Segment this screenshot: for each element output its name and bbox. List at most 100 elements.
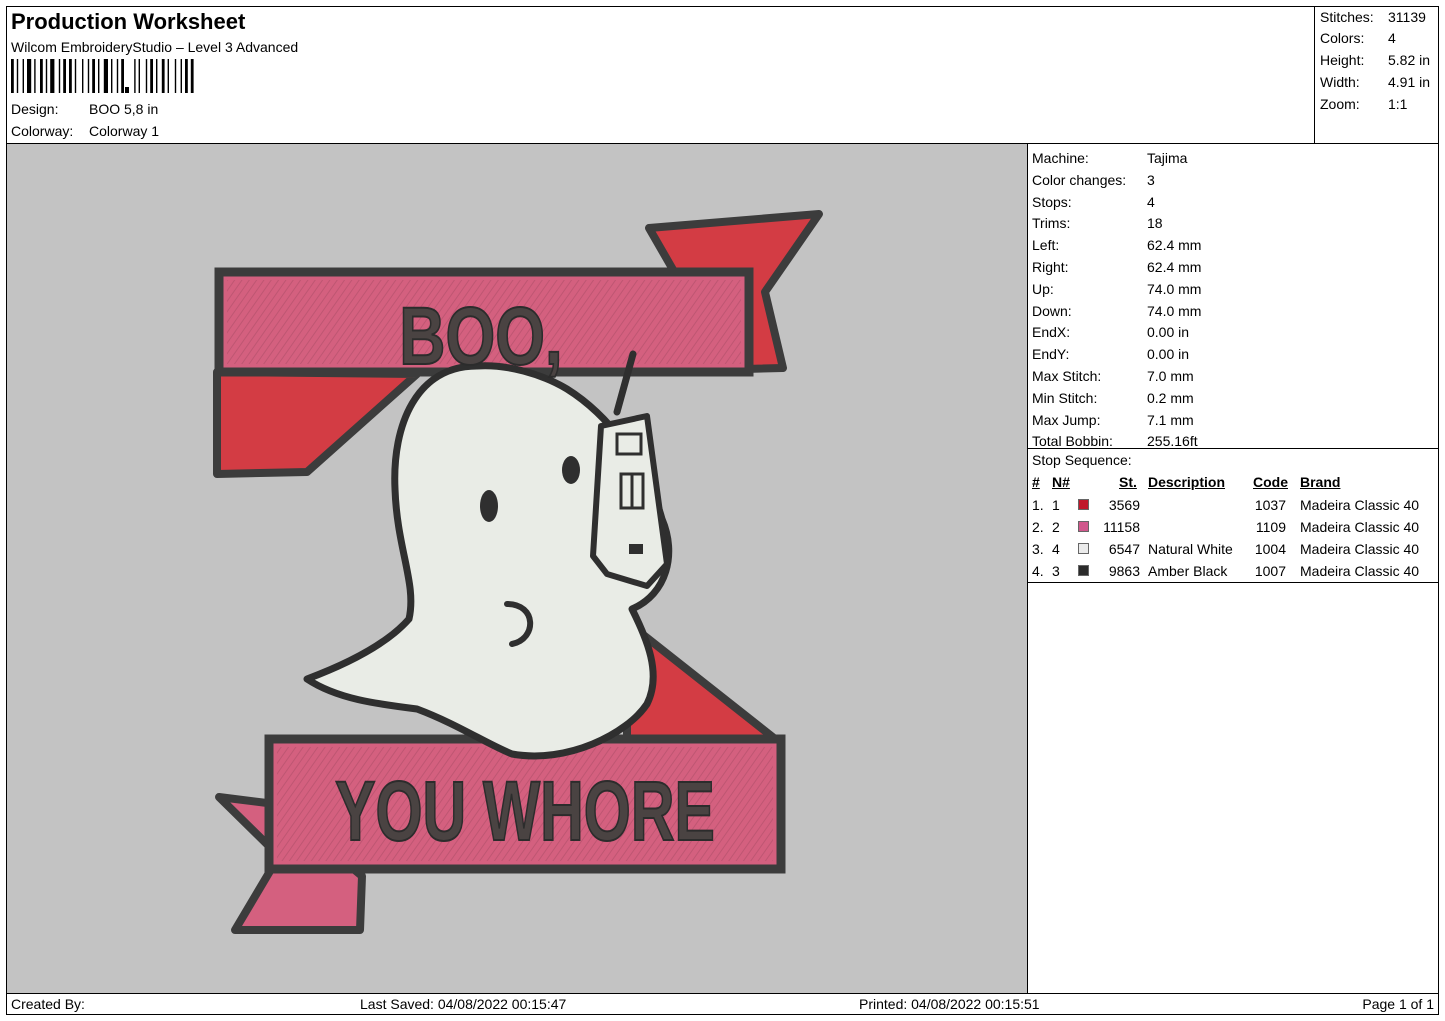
info-row: Trims: 18 bbox=[1032, 213, 1163, 233]
barcode-icon bbox=[11, 59, 194, 93]
design-label: Design: bbox=[11, 101, 59, 117]
info-row: Stops: 4 bbox=[1032, 192, 1155, 212]
header-code: Code bbox=[1253, 474, 1288, 490]
info-label: Down: bbox=[1032, 302, 1072, 319]
row-brand: Madeira Classic 40 bbox=[1300, 541, 1420, 557]
row-needle: 3 bbox=[1052, 563, 1060, 579]
info-value: 62.4 mm bbox=[1147, 237, 1202, 254]
header-description: Description bbox=[1148, 474, 1226, 490]
row-needle: 2 bbox=[1052, 519, 1060, 535]
info-row: Down: 74.0 mm bbox=[1032, 301, 1201, 321]
info-value: 62.4 mm bbox=[1147, 259, 1202, 275]
banner-text-boo: BOO, bbox=[399, 289, 562, 382]
stat-colors: Colors: 4 bbox=[1320, 30, 1396, 46]
colorway-row: Colorway: Colorway 1 bbox=[11, 123, 159, 139]
row-stitches: 11158 bbox=[1103, 519, 1140, 535]
upper-left-fold bbox=[213, 368, 421, 478]
info-label: Max Stitch: bbox=[1032, 368, 1102, 384]
colorway-label: Colorway: bbox=[11, 123, 74, 139]
design-row: Design: BOO 5,8 in bbox=[11, 101, 158, 117]
printed-date: Printed: 04/08/2022 00:15:51 bbox=[859, 996, 1040, 1012]
info-row: Max Stitch: 7.0 mm bbox=[1032, 366, 1194, 386]
banner-text-you-whore: YOU WHORE bbox=[335, 764, 715, 858]
application-name: Wilcom EmbroideryStudio – Level 3 Advanc… bbox=[11, 39, 299, 55]
info-value: 0.00 in bbox=[1147, 324, 1190, 341]
info-value: 74.0 mm bbox=[1147, 280, 1202, 297]
info-value: 255.16ft bbox=[1147, 433, 1198, 450]
row-seq: 4. bbox=[1032, 563, 1044, 579]
stat-height: Height: 5.82 in bbox=[1320, 52, 1431, 68]
table-row: 1. 1 3569 1037 Madeira Classic 40 bbox=[1028, 495, 1438, 517]
row-seq: 2. bbox=[1032, 519, 1044, 535]
production-worksheet: Production Worksheet Wilcom EmbroiderySt… bbox=[6, 6, 1439, 1015]
row-description: Natural White bbox=[1148, 541, 1233, 557]
stop-table-end bbox=[1028, 582, 1438, 583]
row-seq: 1. bbox=[1032, 497, 1044, 513]
info-row: Machine: Tajima bbox=[1032, 148, 1187, 168]
stop-sequence-divider bbox=[1028, 448, 1438, 449]
info-row: Up: 74.0 mm bbox=[1032, 279, 1201, 299]
row-brand: Madeira Classic 40 bbox=[1300, 563, 1420, 579]
table-row: 2. 2 11158 1109 Madeira Classic 40 bbox=[1028, 517, 1438, 539]
info-row: Right: 62.4 mm bbox=[1032, 257, 1201, 277]
table-row: 3. 4 6547 Natural White 1004 Madeira Classic … bbox=[1028, 539, 1438, 561]
info-row: EndY: 0.00 in bbox=[1032, 344, 1189, 364]
row-seq: 3. bbox=[1032, 541, 1044, 557]
row-needle: 4 bbox=[1052, 541, 1060, 557]
info-value: 0.00 in bbox=[1147, 346, 1190, 363]
info-label: Stops: bbox=[1032, 193, 1072, 210]
info-label: Machine: bbox=[1032, 150, 1089, 166]
worksheet-header: Production Worksheet Wilcom EmbroiderySt… bbox=[7, 7, 1314, 143]
design-stats: Stitches: 31139 Colors: 4 Height: 5.82 in W… bbox=[1314, 7, 1438, 143]
thread-color-swatch bbox=[1078, 543, 1089, 554]
info-label: EndY: bbox=[1032, 346, 1070, 363]
info-value: 3 bbox=[1147, 171, 1155, 188]
info-value: 4 bbox=[1147, 193, 1155, 210]
header-seq: # bbox=[1032, 474, 1040, 490]
info-row: Left: 62.4 mm bbox=[1032, 235, 1201, 255]
cell-phone bbox=[590, 413, 670, 589]
row-brand: Madeira Classic 40 bbox=[1300, 519, 1420, 535]
info-row: EndX: 0.00 in bbox=[1032, 322, 1189, 342]
info-row: Max Jump: 7.1 mm bbox=[1032, 410, 1194, 430]
stat-zoom: Zoom: 1:1 bbox=[1320, 96, 1408, 112]
info-value: 7.0 mm bbox=[1147, 368, 1194, 384]
page-title: Production Worksheet bbox=[11, 9, 246, 34]
row-needle: 1 bbox=[1052, 497, 1060, 513]
embroidery-design-image: BOO, YOU WHORE bbox=[213, 210, 823, 934]
row-stitches: 6547 bbox=[1108, 541, 1140, 557]
info-value: 18 bbox=[1147, 215, 1163, 232]
row-description: Amber Black bbox=[1148, 563, 1228, 579]
info-label: Right: bbox=[1032, 259, 1069, 275]
info-value: 0.2 mm bbox=[1147, 389, 1194, 406]
row-stitches: 3569 bbox=[1108, 497, 1140, 513]
machine-info-panel: Machine: Tajima Color changes: 3 Stops: 4 Trim… bbox=[1028, 143, 1438, 993]
table-row: 4. 3 9863 Amber Black 1007 Madeira Classic 40 bbox=[1028, 561, 1438, 583]
row-code: 1037 bbox=[1254, 497, 1286, 513]
row-code: 1004 bbox=[1254, 541, 1286, 557]
info-label: Trims: bbox=[1032, 215, 1071, 232]
info-label: Max Jump: bbox=[1032, 411, 1101, 428]
created-by: Created By: bbox=[11, 996, 85, 1012]
row-code: 1007 bbox=[1254, 563, 1286, 579]
info-value: 7.1 mm bbox=[1147, 411, 1194, 428]
stat-stitches: Stitches: 31139 bbox=[1320, 9, 1426, 25]
row-brand: Madeira Classic 40 bbox=[1300, 497, 1420, 513]
info-label: EndX: bbox=[1032, 324, 1071, 341]
info-label: Up: bbox=[1032, 280, 1054, 297]
stat-width: Width: 4.91 in bbox=[1320, 74, 1431, 90]
info-label: Left: bbox=[1032, 237, 1060, 254]
info-label: Color changes: bbox=[1032, 171, 1127, 188]
thread-color-swatch bbox=[1078, 521, 1089, 532]
design-value: BOO 5,8 in bbox=[89, 101, 159, 117]
thread-color-swatch bbox=[1078, 499, 1089, 510]
design-preview[interactable]: BOO, YOU WHORE bbox=[7, 143, 1028, 993]
info-label: Min Stitch: bbox=[1032, 389, 1098, 406]
header-needle: N# bbox=[1052, 474, 1070, 490]
header-stitches: St. bbox=[1119, 474, 1137, 490]
info-value: 74.0 mm bbox=[1147, 302, 1202, 319]
row-code: 1109 bbox=[1255, 519, 1286, 535]
last-saved: Last Saved: 04/08/2022 00:15:47 bbox=[360, 996, 567, 1012]
row-stitches: 9863 bbox=[1108, 563, 1140, 579]
info-value: Tajima bbox=[1147, 150, 1188, 166]
